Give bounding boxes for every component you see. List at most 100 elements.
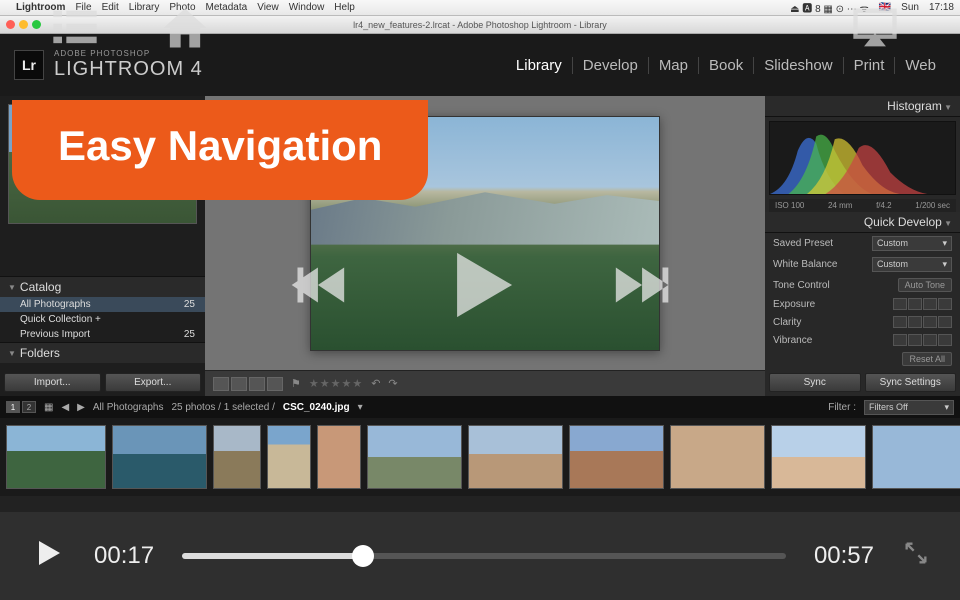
rotate-left-icon[interactable]: ↶	[371, 377, 380, 390]
reset-all-button[interactable]: Reset All	[902, 352, 952, 366]
catalog-row-label: Previous Import	[20, 329, 90, 340]
play-icon[interactable]	[425, 230, 535, 345]
grid-icon[interactable]: ▦	[44, 402, 53, 413]
histo-iso: ISO 100	[775, 201, 804, 210]
thumbnail[interactable]	[468, 425, 563, 489]
module-print[interactable]: Print	[843, 57, 895, 74]
filmstrip-path[interactable]: All Photographs	[93, 402, 164, 413]
export-button[interactable]: Export...	[105, 373, 202, 392]
callout-banner: Easy Navigation	[12, 100, 428, 200]
clarity-steppers[interactable]	[893, 316, 952, 328]
chevron-down-icon[interactable]: ▾	[358, 402, 363, 413]
filmstrip[interactable]	[0, 418, 960, 496]
module-web[interactable]: Web	[894, 57, 946, 74]
import-button[interactable]: Import...	[4, 373, 101, 392]
catalog-panel-header[interactable]: Catalog	[0, 276, 205, 297]
vibrance-label: Vibrance	[773, 335, 812, 346]
filmstrip-header: 12 ▦ ◀ ▶ All Photographs 25 photos / 1 s…	[0, 396, 960, 418]
autotone-button[interactable]: Auto Tone	[898, 278, 952, 292]
module-library[interactable]: Library	[506, 57, 572, 74]
menu-help[interactable]: Help	[334, 2, 355, 13]
thumbnail[interactable]	[213, 425, 261, 489]
clarity-label: Clarity	[773, 317, 801, 328]
nav-back-icon[interactable]: ◀	[61, 402, 69, 413]
filmstrip-info: 25 photos / 1 selected /	[171, 402, 274, 413]
histogram-header[interactable]: Histogram	[765, 96, 960, 117]
play-button[interactable]	[30, 535, 66, 578]
skip-forward-icon[interactable]	[610, 250, 680, 325]
sync-button[interactable]: Sync	[769, 373, 861, 392]
seek-knob[interactable]	[352, 545, 374, 567]
catalog-row-previous[interactable]: Previous Import 25	[0, 327, 205, 342]
thumbnail[interactable]	[569, 425, 664, 489]
histo-focal: 24 mm	[828, 201, 852, 210]
rating-stars[interactable]: ★★★★★	[309, 377, 363, 390]
module-develop[interactable]: Develop	[572, 57, 648, 74]
thumbnail[interactable]	[771, 425, 866, 489]
flag-icon[interactable]: ⚑	[291, 377, 301, 390]
loupe-view-icon[interactable]	[231, 377, 247, 391]
catalog-row-quick[interactable]: Quick Collection +	[0, 312, 205, 327]
folders-panel-header[interactable]: Folders	[0, 342, 205, 363]
list-icon[interactable]	[40, 2, 110, 59]
thumbnail[interactable]	[6, 425, 106, 489]
thumbnail[interactable]	[112, 425, 207, 489]
seek-progress	[182, 553, 363, 559]
window-traffic-lights[interactable]	[6, 20, 41, 29]
thumbnail[interactable]	[267, 425, 311, 489]
fullscreen-icon[interactable]	[902, 539, 930, 574]
histogram-info: ISO 100 24 mm f/4.2 1/200 sec	[769, 199, 956, 212]
time-total: 00:57	[814, 542, 874, 570]
video-transport-overlay	[280, 230, 680, 345]
tone-label: Tone Control	[773, 280, 830, 291]
histo-fstop: f/4.2	[876, 201, 892, 210]
compare-view-icon[interactable]	[249, 377, 265, 391]
center-toolbar: ⚑ ★★★★★ ↶ ↷	[205, 370, 765, 396]
filmstrip-filename: CSC_0240.jpg	[283, 402, 350, 413]
quickdevelop-header[interactable]: Quick Develop	[765, 212, 960, 233]
time-current: 00:17	[94, 542, 154, 570]
nav-fwd-icon[interactable]: ▶	[77, 402, 85, 413]
survey-view-icon[interactable]	[267, 377, 283, 391]
menu-clock-time[interactable]: 17:18	[929, 2, 954, 13]
chevron-down-icon: ▾	[942, 238, 947, 249]
home-icon[interactable]	[150, 2, 220, 59]
saved-preset-select[interactable]: Custom▾	[872, 236, 952, 251]
wb-select[interactable]: Custom▾	[872, 257, 952, 272]
module-map[interactable]: Map	[648, 57, 698, 74]
seek-slider[interactable]	[182, 553, 786, 559]
menu-window[interactable]: Window	[289, 2, 325, 13]
exposure-steppers[interactable]	[893, 298, 952, 310]
wb-label: White Balance	[773, 259, 837, 270]
thumbnail[interactable]	[367, 425, 462, 489]
catalog-row-all[interactable]: All Photographs 25	[0, 297, 205, 312]
view-mode-icons[interactable]	[213, 377, 283, 391]
thumbnail[interactable]	[872, 425, 960, 489]
chevron-down-icon: ▾	[942, 259, 947, 270]
rotate-right-icon[interactable]: ↷	[388, 377, 397, 390]
catalog-row-label: All Photographs	[20, 299, 91, 310]
module-picker: Library Develop Map Book Slideshow Print…	[506, 57, 946, 74]
module-slideshow[interactable]: Slideshow	[753, 57, 842, 74]
second-monitor-icons[interactable]: 12	[6, 401, 36, 413]
sync-settings-button[interactable]: Sync Settings	[865, 373, 957, 392]
catalog-row-count: 25	[184, 329, 195, 340]
skip-back-icon[interactable]	[280, 250, 350, 325]
module-book[interactable]: Book	[698, 57, 753, 74]
thumbnail[interactable]	[317, 425, 361, 489]
airplay-icon[interactable]	[840, 2, 910, 59]
vibrance-steppers[interactable]	[893, 334, 952, 346]
filter-label: Filter :	[828, 402, 856, 413]
right-panel: Histogram ISO 100 24 mm f/4.2 1/200 sec …	[765, 96, 960, 396]
histogram	[769, 121, 956, 195]
close-icon[interactable]	[6, 20, 15, 29]
filter-select[interactable]: Filters Off▾	[864, 400, 954, 415]
catalog-row-count: 25	[184, 299, 195, 310]
grid-view-icon[interactable]	[213, 377, 229, 391]
minimize-icon[interactable]	[19, 20, 28, 29]
chevron-down-icon: ▾	[944, 402, 949, 413]
exposure-label: Exposure	[773, 299, 815, 310]
menu-view[interactable]: View	[257, 2, 279, 13]
saved-preset-label: Saved Preset	[773, 238, 833, 249]
thumbnail[interactable]	[670, 425, 765, 489]
